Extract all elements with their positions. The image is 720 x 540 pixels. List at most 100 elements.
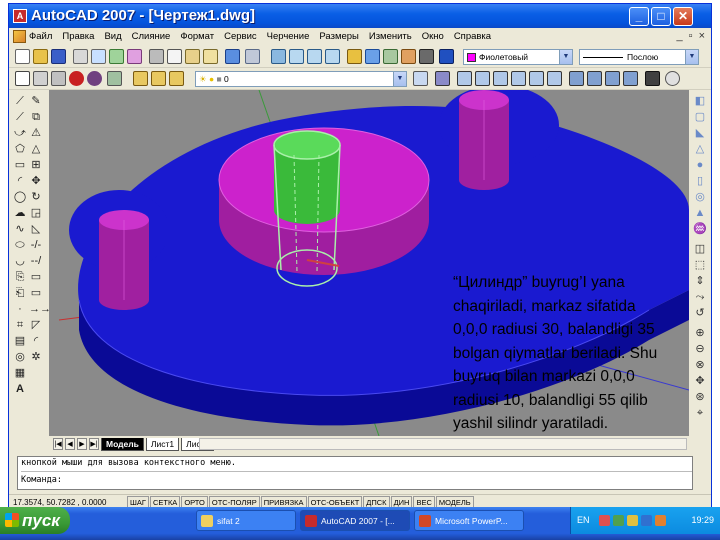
explode-icon[interactable]: ✲ [29,350,43,364]
undo-icon[interactable] [225,49,240,64]
3d-wedge-icon[interactable] [51,71,66,86]
clock[interactable]: 19:29 [691,515,714,525]
menu-merge[interactable]: Слияние [132,31,171,42]
zoom-previous-icon[interactable] [325,49,340,64]
view-back-icon[interactable] [547,71,562,86]
copy-object-icon[interactable]: ⧉ [29,110,43,124]
union-icon[interactable]: ⊕ [693,326,707,340]
autocad-icon[interactable]: A [13,9,27,23]
tab-layout1[interactable]: Лист1 [145,437,180,451]
menu-dimension[interactable]: Размеры [319,31,358,42]
presspull-icon[interactable]: ⇕ [693,274,707,288]
gradient-icon[interactable]: ▤ [13,334,27,348]
minimize-button[interactable]: _ [629,7,649,26]
ellipse-arc-icon[interactable]: ◡ [13,254,27,268]
menu-modify[interactable]: Изменить [369,31,412,42]
paste-icon[interactable] [185,49,200,64]
polygon-icon[interactable]: ⬠ [13,142,27,156]
menu-tools[interactable]: Сервис [224,31,257,42]
trim-icon[interactable]: -/- [29,238,43,252]
shade-icon[interactable] [69,71,84,86]
sweep-icon[interactable]: ⤳ [693,290,707,304]
mirror-icon[interactable]: ⚠ [29,126,43,140]
hatch-icon[interactable]: ⌗ [13,318,27,332]
match-properties-icon[interactable] [203,49,218,64]
point-icon[interactable]: · [13,302,27,316]
sw-iso-icon[interactable] [569,71,584,86]
display-icon[interactable] [641,515,652,526]
ucs-world-icon[interactable] [151,71,166,86]
first-tab-icon[interactable]: |◀ [53,438,63,450]
scale-icon[interactable]: ◲ [29,206,43,220]
intersect-icon[interactable]: ⊗ [693,358,707,372]
menu-help[interactable]: Справка [454,31,491,42]
orbit-target-icon[interactable] [665,71,680,86]
mdi-minimize-button[interactable]: _ [677,30,683,42]
design-center-icon[interactable] [365,49,380,64]
volume-icon[interactable] [627,515,638,526]
view-right-icon[interactable] [511,71,526,86]
3d-move-icon[interactable]: ✥ [693,374,707,388]
torus-solid-icon[interactable]: ◎ [693,190,707,204]
3d-box-icon[interactable] [33,71,48,86]
next-tab-icon[interactable]: ▶ [77,438,87,450]
previous-tab-icon[interactable]: ◀ [65,438,75,450]
chamfer-icon[interactable]: ◸ [29,318,43,332]
menu-draw[interactable]: Черчение [267,31,310,42]
menu-format[interactable]: Формат [180,31,214,42]
tool-palettes-icon[interactable] [383,49,398,64]
move-icon[interactable]: ✥ [29,174,43,188]
copy-icon[interactable] [167,49,182,64]
task-powerpoint[interactable]: Microsoft PowerP... [414,510,524,531]
stretch-icon[interactable]: ◺ [29,222,43,236]
network-icon[interactable] [599,515,610,526]
sheet-set-icon[interactable] [401,49,416,64]
tab-model[interactable]: Модель [101,437,144,451]
layer-select[interactable]: ☀ ● ■ 0 ▼ [195,71,407,87]
box-solid-icon[interactable]: ▢ [693,110,707,124]
table-icon[interactable]: ▦ [13,366,27,380]
line-icon[interactable]: ⟋ [13,94,27,108]
plot-preview-icon[interactable] [91,49,106,64]
save-icon[interactable] [51,49,66,64]
offset-icon[interactable]: △ [29,142,43,156]
region-icon[interactable]: ◎ [13,350,27,364]
zoom-realtime-icon[interactable] [289,49,304,64]
cone-solid-icon[interactable]: △ [693,142,707,156]
ne-iso-icon[interactable] [605,71,620,86]
menu-window[interactable]: Окно [422,31,444,42]
view-front-icon[interactable] [529,71,544,86]
revision-cloud-icon[interactable]: ☁ [13,206,27,220]
layer-previous-icon[interactable] [413,71,428,86]
color-select[interactable]: Фиолетовый ▼ [463,49,573,65]
mdi-close-button[interactable]: × [699,30,705,42]
task-autocad[interactable]: AutoCAD 2007 - [... [300,510,410,531]
print-icon[interactable] [73,49,88,64]
rectangle-icon[interactable]: ▭ [13,158,27,172]
chevron-down-icon[interactable]: ▼ [685,50,698,64]
3d-dwf-icon[interactable] [127,49,142,64]
last-tab-icon[interactable]: ▶| [89,438,99,450]
helix-icon[interactable]: ♒ [693,222,707,236]
redo-icon[interactable] [245,49,260,64]
view-bottom-icon[interactable] [475,71,490,86]
menu-file[interactable]: Файл [29,31,52,42]
ellipse-icon[interactable]: ⬭ [13,238,27,252]
subtract-icon[interactable]: ⊖ [693,342,707,356]
rotate-icon[interactable]: ↻ [29,190,43,204]
fillet-icon[interactable]: ◜ [29,334,43,348]
polyline-icon[interactable]: ⤻ [13,126,27,140]
join-icon[interactable]: →→ [29,302,51,316]
menu-view[interactable]: Вид [104,31,121,42]
visual-style-icon[interactable] [435,71,450,86]
ucs-previous-icon[interactable] [169,71,184,86]
document-icon[interactable] [13,30,26,43]
orbit-icon[interactable] [107,71,122,86]
zoom-window-icon[interactable] [307,49,322,64]
calculator-icon[interactable] [419,49,434,64]
properties-icon[interactable] [347,49,362,64]
menu-edit[interactable]: Правка [62,31,94,42]
wedge-solid-icon[interactable]: ◣ [693,126,707,140]
make-block-icon[interactable]: ⎗ [13,286,27,300]
pyramid-solid-icon[interactable]: ▲ [693,206,707,220]
